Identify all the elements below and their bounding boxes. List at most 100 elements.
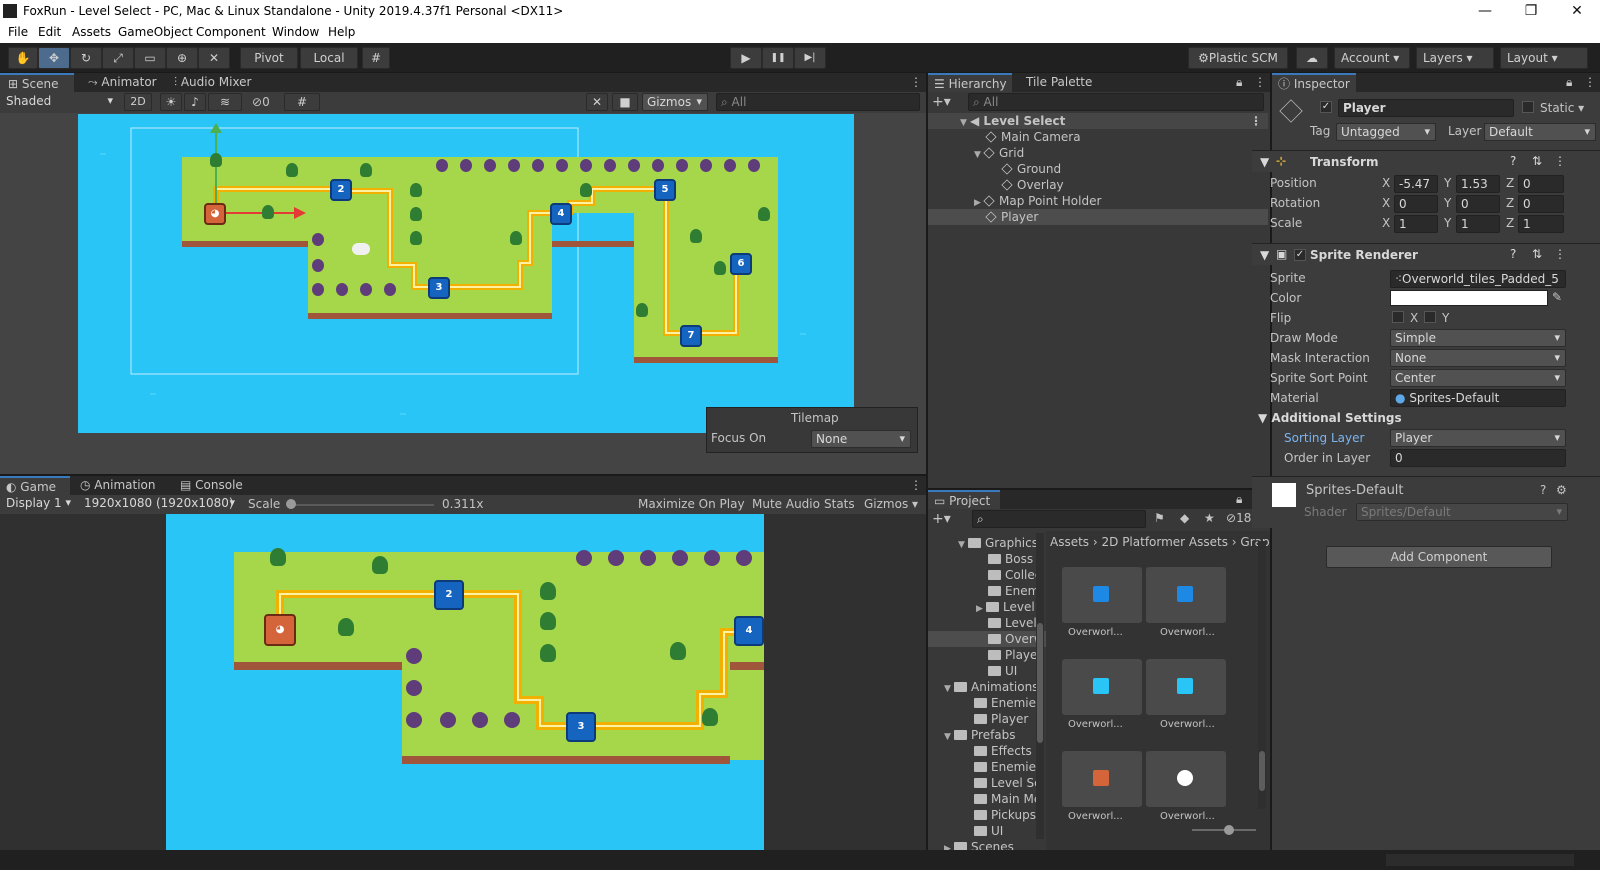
hierarchy-scene-level-select[interactable]: ▼ ◀ Level Select ⋮ — [928, 113, 1268, 129]
folder-tree-scroll-thumb[interactable] — [1037, 623, 1043, 743]
lock-icon[interactable]: 🔒︎ — [1566, 73, 1572, 92]
asset-tile[interactable] — [1146, 567, 1226, 623]
grid-snap-icon[interactable]: # — [362, 47, 390, 69]
folder-player[interactable]: Player — [928, 647, 1046, 663]
favorite-star-icon[interactable]: ★ — [1204, 511, 1215, 525]
mask-interaction-dropdown[interactable]: None — [1390, 349, 1566, 367]
scene-view[interactable]: 2 4 5 6 7 3 ◕ Tilemap Focus On None — [0, 113, 926, 474]
tab-hierarchy[interactable]: ☰ Hierarchy — [928, 73, 1012, 92]
order-in-layer-field[interactable]: 0 — [1390, 449, 1566, 467]
rotate-tool-icon[interactable]: ↻ — [70, 47, 102, 69]
menu-assets[interactable]: Assets — [72, 25, 111, 39]
transform-header[interactable]: ▼ ⊹ Transform ? ⇅ ⋮ — [1252, 150, 1600, 172]
hidden-packages-count[interactable]: ⊘18 — [1226, 511, 1251, 525]
flip-y-checkbox[interactable] — [1424, 311, 1436, 323]
scene-menu-icon[interactable]: ⋮ — [1250, 113, 1262, 129]
stats-toggle[interactable]: Stats — [824, 497, 855, 511]
tab-project[interactable]: ▭ Project — [928, 490, 1000, 509]
hierarchy-item-map-point-holder[interactable]: ▶ Map Point Holder — [928, 193, 1268, 209]
asset-tile[interactable] — [1062, 751, 1142, 807]
tab-game[interactable]: ◐ Game — [0, 476, 70, 495]
flip-x-checkbox[interactable] — [1392, 311, 1404, 323]
grid-icon[interactable]: # — [284, 93, 320, 111]
menu-edit[interactable]: Edit — [38, 25, 61, 39]
account-dropdown[interactable]: Account ▾ — [1334, 47, 1410, 69]
tab-audio-mixer[interactable]: ⫶ Audio Mixer — [174, 73, 252, 92]
position-x-field[interactable]: -5.47 — [1394, 175, 1438, 193]
breadcrumb-item[interactable]: 2D Platformer Assets — [1102, 535, 1228, 549]
pause-button[interactable]: ❚❚ — [762, 47, 794, 69]
lock-icon[interactable]: 🔒︎ — [1236, 490, 1242, 509]
hand-tool-icon[interactable]: ✋ — [8, 47, 38, 69]
close-button[interactable]: ✕ — [1554, 0, 1600, 23]
scale-slider-thumb[interactable] — [286, 499, 296, 509]
folder-level-b[interactable]: Level — [928, 615, 1046, 631]
eyedropper-icon[interactable]: ✎ — [1552, 290, 1562, 304]
2d-toggle[interactable]: 2D — [124, 93, 152, 111]
filter-by-label-icon[interactable]: ◆ — [1180, 511, 1189, 525]
hierarchy-item-ground[interactable]: Ground — [928, 161, 1268, 177]
sprite-renderer-enabled-checkbox[interactable]: ✓ — [1294, 249, 1306, 261]
tab-tile-palette[interactable]: Tile Palette — [1026, 73, 1092, 92]
static-checkbox[interactable] — [1522, 101, 1534, 113]
folder-anim-player[interactable]: Player — [928, 711, 1046, 727]
sprite-sort-point-dropdown[interactable]: Center — [1390, 369, 1566, 387]
component-menu-icon[interactable]: ⋮ — [1554, 154, 1566, 168]
menu-component[interactable]: Component — [196, 25, 266, 39]
inspector-menu-icon[interactable]: ⋮ — [1584, 73, 1596, 92]
folder-pickups[interactable]: Pickups — [928, 807, 1046, 823]
lock-icon[interactable]: 🔒︎ — [1236, 73, 1242, 92]
maximize-on-play-toggle[interactable]: Maximize On Play — [638, 497, 745, 511]
folder-anim-enemies[interactable]: Enemies — [928, 695, 1046, 711]
scene-gizmos-dropdown[interactable]: Gizmos — [642, 93, 708, 111]
create-add-button[interactable]: +▾ — [932, 94, 951, 110]
project-search-input[interactable]: ⌕ — [972, 510, 1146, 528]
folder-scenes[interactable]: ▶ Scenes — [928, 839, 1046, 850]
tab-console[interactable]: ▤ Console — [180, 476, 243, 495]
folder-boss[interactable]: Boss — [928, 551, 1046, 567]
move-tool-icon[interactable]: ✥ — [38, 47, 70, 69]
preset-icon[interactable]: ⇅ — [1532, 154, 1542, 168]
mute-audio-toggle[interactable]: Mute Audio — [752, 497, 820, 511]
project-create-button[interactable]: +▾ — [932, 511, 951, 527]
folder-animations[interactable]: ▼ Animations — [928, 679, 1046, 695]
lighting-icon[interactable]: ☀ — [160, 93, 182, 111]
preset-icon[interactable]: ⇅ — [1532, 247, 1542, 261]
focus-on-dropdown[interactable]: None — [811, 430, 911, 448]
menu-help[interactable]: Help — [328, 25, 355, 39]
tools-icon[interactable]: ✕ — [586, 93, 608, 111]
assets-scrollbar[interactable] — [1258, 541, 1266, 809]
position-z-field[interactable]: 0 — [1518, 175, 1564, 193]
layout-dropdown[interactable]: Layout ▾ — [1500, 47, 1588, 69]
custom-tool-icon[interactable]: ✕ — [198, 47, 230, 69]
folder-level-select[interactable]: Level Se — [928, 775, 1046, 791]
active-checkbox[interactable]: ✓ — [1320, 101, 1332, 113]
rotation-x-field[interactable]: 0 — [1394, 195, 1438, 213]
resolution-dropdown[interactable]: 1920x1080 (1920x1080) — [80, 495, 240, 513]
sprite-object-field[interactable]: ⁖Overworld_tiles_Padded_5 — [1390, 270, 1566, 288]
folder-enemies[interactable]: Enemi — [928, 583, 1046, 599]
hierarchy-menu-icon[interactable]: ⋮ — [1254, 73, 1266, 92]
folder-prefab-ui[interactable]: UI — [928, 823, 1046, 839]
sorting-layer-dropdown[interactable]: Player — [1390, 429, 1566, 447]
folder-level-a[interactable]: ▶ Level — [928, 599, 1046, 615]
breadcrumb-item[interactable]: Assets — [1050, 535, 1089, 549]
scale-tool-icon[interactable]: ⤢ — [102, 47, 134, 69]
folder-main-menu[interactable]: Main Me — [928, 791, 1046, 807]
help-icon[interactable]: ? — [1540, 483, 1546, 497]
step-button[interactable]: ▶| — [794, 47, 826, 69]
tab-scene[interactable]: ⊞ Scene — [0, 73, 74, 92]
position-y-field[interactable]: 1.53 — [1456, 175, 1500, 193]
camera-icon[interactable]: ■ — [612, 93, 638, 111]
asset-tile[interactable] — [1146, 751, 1226, 807]
asset-tile[interactable] — [1062, 567, 1142, 623]
tab-animator[interactable]: ⤳ Animator — [84, 73, 157, 92]
rotation-y-field[interactable]: 0 — [1456, 195, 1500, 213]
scale-x-field[interactable]: 1 — [1394, 215, 1438, 233]
folder-tree-scrollbar[interactable] — [1036, 533, 1044, 839]
game-menu-icon[interactable]: ⋮ — [910, 476, 922, 495]
tab-inspector[interactable]: ⓘ Inspector — [1272, 73, 1356, 92]
hierarchy-item-overlay[interactable]: Overlay — [928, 177, 1268, 193]
audio-icon[interactable]: ♪ — [184, 93, 206, 111]
hierarchy-item-grid[interactable]: ▼ Grid — [928, 145, 1268, 161]
